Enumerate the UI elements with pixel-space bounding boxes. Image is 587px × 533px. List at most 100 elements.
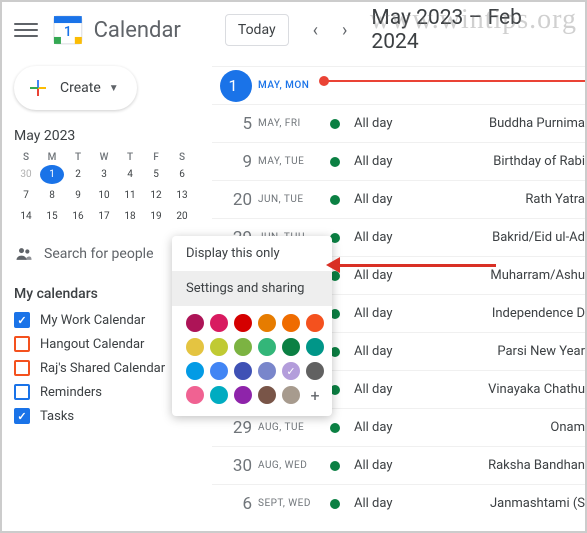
mini-cal-dow: T	[66, 152, 90, 163]
context-display-only[interactable]: Display this only	[172, 236, 332, 271]
mini-cal-day[interactable]: 16	[66, 207, 90, 226]
event-day-number: 1	[220, 70, 252, 102]
event-row[interactable]: 30AUG, WED All day Raksha Bandhan	[212, 446, 585, 484]
color-swatch[interactable]	[282, 338, 300, 356]
nav-arrows: ‹ ›	[305, 16, 356, 45]
plus-icon	[26, 76, 50, 100]
color-swatch[interactable]	[282, 386, 300, 404]
mini-cal-day[interactable]: 9	[66, 186, 90, 205]
event-title: Vinayaka Chathu	[488, 382, 585, 397]
event-row[interactable]: 9MAY, TUEAll dayBirthday of Rabi	[212, 142, 585, 180]
color-swatch[interactable]	[258, 314, 276, 332]
event-dot-icon	[330, 499, 340, 509]
calendar-checkbox[interactable]	[14, 384, 30, 400]
mini-cal-day[interactable]: 17	[92, 207, 116, 226]
mini-cal-day[interactable]: 19	[144, 207, 168, 226]
mini-cal-day[interactable]: 10	[92, 186, 116, 205]
event-title: Raksha Bandhan	[488, 458, 585, 473]
color-swatch[interactable]	[186, 314, 204, 332]
event-allday-label: All day	[354, 344, 457, 359]
current-time-indicator	[324, 80, 585, 82]
mini-cal-day[interactable]: 6	[170, 165, 194, 184]
event-title: Parsi New Year	[497, 344, 585, 359]
mini-cal-day[interactable]: 3	[92, 165, 116, 184]
next-arrow-icon[interactable]: ›	[334, 16, 355, 45]
calendar-checkbox[interactable]	[14, 408, 30, 424]
color-swatch[interactable]	[258, 362, 276, 380]
color-swatch[interactable]	[186, 362, 204, 380]
event-row[interactable]: 1MAY, MON	[212, 66, 585, 104]
color-swatch[interactable]	[282, 362, 300, 380]
mini-cal-day[interactable]: 15	[40, 207, 64, 226]
event-allday-label: All day	[354, 192, 485, 207]
event-row[interactable]: 5MAY, FRIAll dayBuddha Purnima	[212, 104, 585, 142]
event-day-number: 30	[220, 456, 258, 476]
color-swatch[interactable]	[234, 386, 252, 404]
calendar-checkbox[interactable]	[14, 360, 30, 376]
mini-cal-day[interactable]: 30	[14, 165, 38, 184]
event-day-label: AUG, WED	[258, 460, 330, 471]
calendar-logo-icon: 1	[50, 12, 86, 48]
color-swatch[interactable]	[210, 338, 228, 356]
event-allday-label: All day	[354, 420, 510, 435]
mini-cal-dow: T	[118, 152, 142, 163]
event-dot-icon	[330, 119, 340, 129]
color-swatch[interactable]	[282, 314, 300, 332]
event-day-number: 9	[220, 152, 258, 172]
context-settings-sharing[interactable]: Settings and sharing	[172, 271, 332, 306]
mini-cal-day[interactable]: 2	[66, 165, 90, 184]
color-swatch[interactable]	[234, 338, 252, 356]
event-title: Onam	[550, 420, 585, 435]
mini-cal-day[interactable]: 7	[14, 186, 38, 205]
mini-cal-dow: M	[40, 152, 64, 163]
color-swatch[interactable]	[210, 362, 228, 380]
prev-arrow-icon[interactable]: ‹	[305, 16, 326, 45]
create-button[interactable]: Create ▼	[14, 66, 137, 110]
mini-cal-day[interactable]: 14	[14, 207, 38, 226]
mini-cal-day[interactable]: 11	[118, 186, 142, 205]
mini-cal-day[interactable]: 8	[40, 186, 64, 205]
mini-cal-dow: S	[14, 152, 38, 163]
event-allday-label: All day	[354, 306, 452, 321]
event-row[interactable]: 20JUN, TUEAll dayRath Yatra	[212, 180, 585, 218]
color-swatch[interactable]	[210, 314, 228, 332]
color-swatch[interactable]	[210, 386, 228, 404]
color-swatch[interactable]	[258, 338, 276, 356]
color-swatch[interactable]	[186, 338, 204, 356]
color-swatch[interactable]	[234, 362, 252, 380]
search-people-placeholder: Search for people	[44, 246, 154, 262]
mini-cal-day[interactable]: 12	[144, 186, 168, 205]
svg-text:1: 1	[64, 24, 72, 40]
mini-calendar[interactable]: SMTWTFS301234567891011121314151617181920	[14, 152, 200, 226]
color-swatch[interactable]	[306, 338, 324, 356]
mini-cal-day[interactable]: 18	[118, 207, 142, 226]
calendar-checkbox[interactable]	[14, 336, 30, 352]
event-day-number: 5	[220, 114, 258, 134]
mini-cal-day[interactable]: 20	[170, 207, 194, 226]
event-day-label: JUN, TUE	[258, 194, 330, 205]
people-icon	[14, 244, 34, 264]
mini-cal-day[interactable]: 1	[40, 165, 64, 184]
event-title: Birthday of Rabi	[493, 154, 585, 169]
color-picker-grid: +	[172, 306, 332, 408]
calendar-label: Reminders	[40, 385, 102, 400]
calendar-label: Hangout Calendar	[40, 337, 144, 352]
event-allday-label: All day	[354, 458, 448, 473]
calendar-checkbox[interactable]	[14, 312, 30, 328]
mini-cal-day[interactable]: 13	[170, 186, 194, 205]
event-allday-label: All day	[354, 154, 453, 169]
mini-cal-dow: S	[170, 152, 194, 163]
event-allday-label: All day	[354, 230, 452, 245]
color-swatch[interactable]	[306, 314, 324, 332]
event-row[interactable]: 6SEPT, WEDAll dayJanmashtami (S	[212, 484, 585, 522]
color-swatch[interactable]	[186, 386, 204, 404]
mini-cal-day[interactable]: 4	[118, 165, 142, 184]
color-swatch[interactable]	[306, 362, 324, 380]
today-button[interactable]: Today	[225, 14, 289, 46]
menu-icon[interactable]	[14, 18, 38, 42]
event-day-label: MAY, FRI	[258, 118, 330, 129]
mini-cal-day[interactable]: 5	[144, 165, 168, 184]
color-swatch[interactable]	[258, 386, 276, 404]
color-add-icon[interactable]: +	[306, 386, 324, 404]
color-swatch[interactable]	[234, 314, 252, 332]
